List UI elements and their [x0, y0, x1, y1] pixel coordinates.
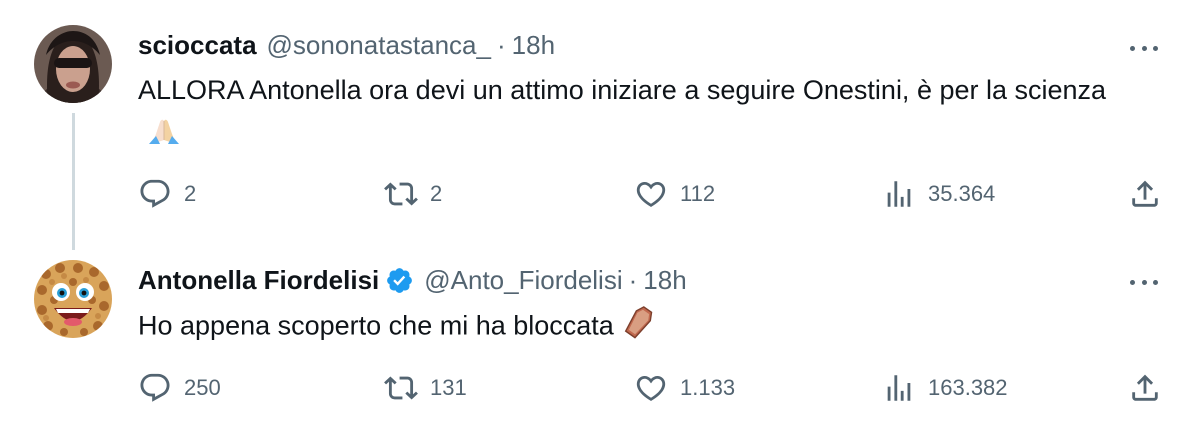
tweet[interactable]: scioccata @sononatastanca_ · 18h ALLORA … [0, 0, 1190, 250]
retweet-icon [384, 376, 418, 400]
tweet-actions: 2 2 112 35.364 [138, 174, 1168, 214]
reply-button[interactable]: 250 [138, 368, 221, 408]
reply-icon [140, 373, 170, 402]
timestamp[interactable]: 18h [512, 30, 555, 61]
display-name[interactable]: scioccata [138, 30, 257, 61]
share-icon [1132, 374, 1158, 401]
share-button[interactable] [1128, 174, 1162, 214]
heart-icon [636, 181, 666, 207]
user-handle[interactable]: @Anto_Fiordelisi [424, 265, 622, 296]
like-button[interactable]: 112 [634, 174, 715, 214]
cookie-face-icon [34, 260, 112, 338]
separator-dot: · [628, 265, 638, 295]
tweet-text-content: Ho appena scoperto che mi ha bloccata [138, 310, 614, 341]
more-options-icon[interactable] [1130, 38, 1158, 58]
avatar[interactable] [34, 25, 112, 103]
views-button[interactable]: 35.364 [882, 174, 995, 214]
tweet-header: Antonella Fiordelisi @Anto_Fiordelisi · … [138, 265, 687, 296]
reply-icon [140, 179, 170, 208]
verified-badge-icon[interactable] [385, 266, 414, 295]
tweet-header: scioccata @sononatastanca_ · 18h [138, 30, 555, 61]
tweet[interactable]: Antonella Fiordelisi @Anto_Fiordelisi · … [0, 250, 1190, 426]
coffin-icon [622, 305, 656, 350]
thread-connector-line [72, 113, 75, 250]
retweet-icon [384, 182, 418, 206]
like-count: 112 [680, 181, 716, 206]
views-count: 163.382 [928, 375, 1008, 400]
retweet-button[interactable]: 2 [384, 174, 442, 214]
separator-dot: · [496, 30, 506, 60]
reply-button[interactable]: 2 [138, 174, 196, 214]
retweet-count: 2 [430, 181, 443, 206]
tweet-text-content: ALLORA Antonella ora devi un attimo iniz… [138, 75, 1107, 105]
user-handle[interactable]: @sononatastanca_ [267, 30, 491, 61]
more-options-icon[interactable] [1130, 272, 1158, 292]
retweet-count: 131 [430, 375, 467, 400]
like-button[interactable]: 1.133 [634, 368, 735, 408]
reply-count: 250 [184, 375, 221, 400]
views-button[interactable]: 163.382 [882, 368, 1008, 408]
views-chart-icon [887, 375, 911, 401]
reply-count: 2 [184, 181, 197, 206]
retweet-button[interactable]: 131 [384, 368, 467, 408]
folded-hands-icon [146, 110, 182, 157]
heart-icon [636, 375, 666, 401]
views-chart-icon [887, 181, 911, 207]
views-count: 35.364 [928, 181, 996, 206]
tweet-text: ALLORA Antonella ora devi un attimo iniz… [138, 70, 1138, 157]
tweet-actions: 250 131 1.133 163.382 [138, 368, 1168, 408]
timestamp[interactable]: 18h [643, 265, 686, 296]
like-count: 1.133 [680, 375, 736, 400]
share-icon [1132, 180, 1158, 207]
share-button[interactable] [1128, 368, 1162, 408]
avatar[interactable] [34, 260, 112, 338]
user-photo-icon [34, 25, 112, 103]
tweet-text: Ho appena scoperto che mi ha bloccata [138, 305, 1138, 350]
display-name[interactable]: Antonella Fiordelisi [138, 265, 379, 296]
